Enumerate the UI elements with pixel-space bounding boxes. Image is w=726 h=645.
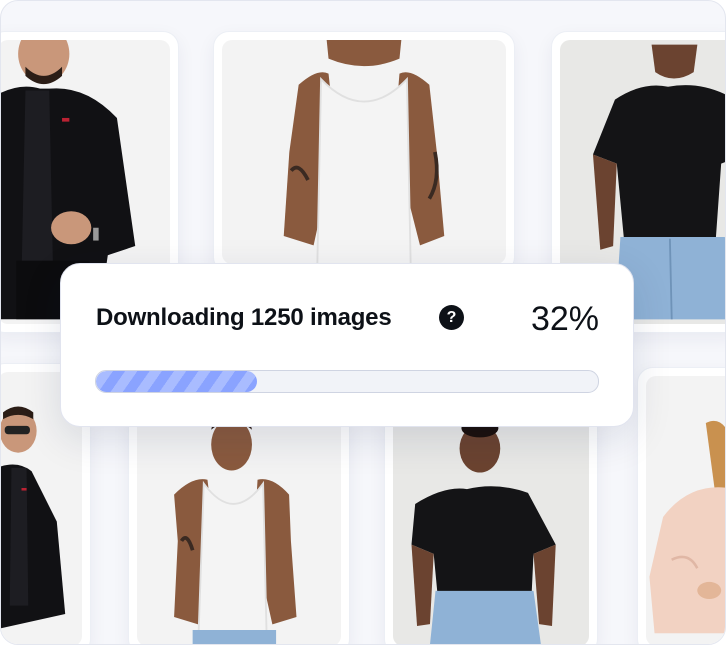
gallery-tile xyxy=(213,31,515,273)
photo-woman-black-tshirt xyxy=(393,410,589,644)
photo-man-white-tank-top xyxy=(222,40,506,264)
gallery-tile xyxy=(128,401,350,644)
progress-percent: 32% xyxy=(530,300,599,338)
download-title: Downloading 1250 images xyxy=(96,304,392,331)
download-gallery-card: Downloading 1250 images ? 32% xyxy=(0,0,726,645)
photo-woman-peach-blazer xyxy=(646,376,725,644)
photo-man-white-tank-top xyxy=(137,410,341,644)
gallery-tile xyxy=(384,401,598,644)
gallery-tile xyxy=(637,367,725,644)
progress-bar xyxy=(95,370,599,393)
question-circle-icon[interactable]: ? xyxy=(439,305,464,330)
download-progress-dialog: Downloading 1250 images ? 32% xyxy=(60,263,634,427)
progress-bar-fill xyxy=(96,371,257,392)
